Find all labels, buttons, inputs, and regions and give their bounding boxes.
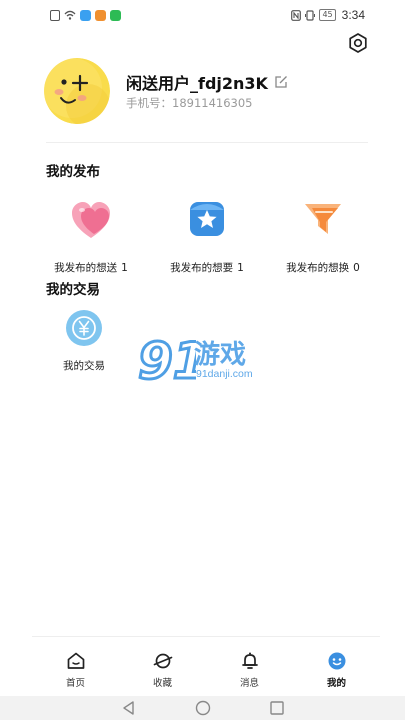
settings-gear-icon[interactable] — [347, 32, 369, 54]
my-wants-published-item[interactable]: 我发布的想要 1 — [147, 194, 267, 275]
publish-count: 0 — [353, 262, 360, 274]
e-app-notification-icon — [110, 9, 121, 21]
nav-favorites-label: 收藏 — [152, 678, 172, 689]
trade-label: 我的交易 — [63, 360, 105, 372]
app-notification-icon — [80, 9, 91, 21]
my-gifts-published-item[interactable]: 我发布的想送 1 — [31, 194, 151, 275]
nav-mine-label: 我的 — [326, 678, 346, 689]
wifi-icon — [64, 10, 76, 20]
home-circle-icon[interactable] — [195, 700, 211, 716]
yen-coin-icon — [66, 310, 102, 346]
star-ticket-icon — [190, 202, 224, 236]
avatar[interactable] — [44, 58, 110, 124]
watermark-text: 游戏 — [194, 340, 247, 370]
nav-home[interactable]: 首页 — [32, 637, 119, 692]
watermark-url: 91danji.com — [196, 368, 253, 380]
recents-square-icon[interactable] — [269, 700, 285, 716]
status-left — [50, 9, 121, 21]
username-row: 闲送用户_fdj2n3K — [126, 70, 288, 94]
status-right: 45 3:34 — [291, 8, 365, 22]
home-icon — [67, 652, 84, 669]
bottom-nav: 首页 收藏 消息 我的 — [32, 636, 380, 692]
back-triangle-icon[interactable] — [121, 700, 137, 716]
publish-label-text: 我发布的想要 — [170, 262, 234, 274]
emoji-avatar-icon — [44, 58, 110, 124]
svg-text:91: 91 — [138, 332, 196, 386]
nav-messages[interactable]: 消息 — [206, 637, 293, 692]
watermark-logo: 91 — [137, 331, 210, 392]
bell-icon — [241, 652, 258, 669]
trade-section-title: 我的交易 — [46, 282, 100, 298]
publish-section-title: 我的发布 — [46, 164, 100, 180]
my-trades-item[interactable]: 我的交易 — [54, 310, 114, 373]
nfc-icon — [291, 9, 302, 21]
weibo-notification-icon — [95, 9, 106, 21]
nav-messages-label: 消息 — [239, 678, 259, 689]
publish-count: 1 — [237, 262, 244, 274]
hearts-icon — [72, 202, 110, 238]
smile-face-icon — [328, 652, 345, 670]
phone-number: 手机号：18911416305 — [126, 96, 253, 110]
publish-label: 我发布的想换 0 — [263, 260, 383, 275]
publish-label-text: 我发布的想送 — [54, 262, 118, 274]
vibrate-icon — [305, 9, 316, 21]
divider — [46, 142, 368, 143]
edit-icon[interactable] — [274, 75, 288, 89]
sim-icon — [50, 9, 60, 21]
clock: 3:34 — [341, 8, 365, 22]
publish-label: 我发布的想送 1 — [31, 260, 151, 275]
nav-favorites[interactable]: 收藏 — [119, 637, 206, 692]
planet-icon — [153, 653, 172, 669]
system-nav-bar — [0, 696, 405, 720]
nav-mine[interactable]: 我的 — [293, 637, 380, 692]
nav-home-label: 首页 — [65, 678, 85, 689]
battery-indicator: 45 — [319, 9, 336, 21]
publish-label-text: 我发布的想换 — [286, 262, 350, 274]
publish-count: 1 — [121, 262, 128, 274]
publish-label: 我发布的想要 1 — [147, 260, 267, 275]
exchange-funnel-icon — [305, 204, 341, 234]
username: 闲送用户_fdj2n3K — [126, 74, 268, 93]
status-bar: 45 3:34 — [0, 0, 405, 30]
watermark: 91 游戏 91danji.com — [136, 331, 276, 392]
my-swaps-published-item[interactable]: 我发布的想换 0 — [263, 194, 383, 275]
